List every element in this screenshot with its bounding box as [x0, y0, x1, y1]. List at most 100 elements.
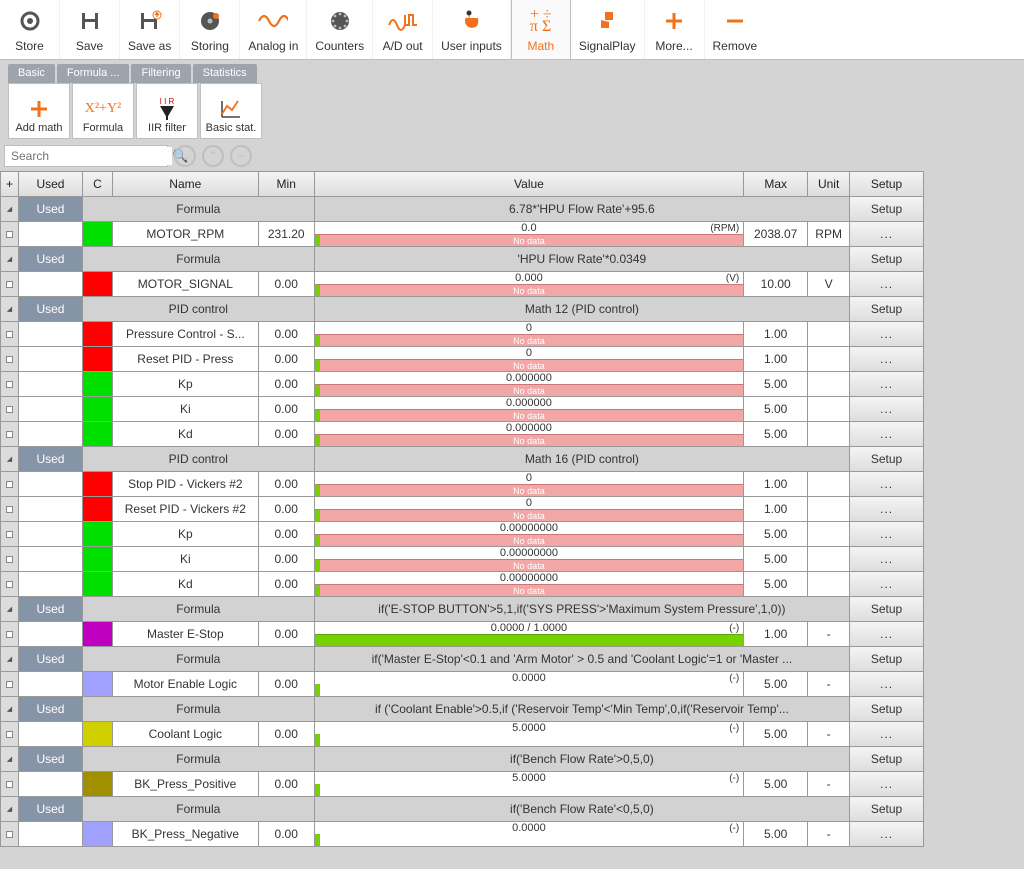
row-setup-button[interactable]: ...	[850, 672, 924, 697]
row-setup-button[interactable]: ...	[850, 272, 924, 297]
subbtn-basicstat[interactable]: Basic stat.	[200, 83, 262, 139]
group-used[interactable]: Used	[19, 247, 83, 272]
row-marker[interactable]	[1, 272, 19, 297]
channel-name[interactable]: Pressure Control - S...	[113, 322, 259, 347]
color-swatch[interactable]	[83, 422, 113, 447]
row-marker[interactable]	[1, 497, 19, 522]
group-used[interactable]: Used	[19, 447, 83, 472]
hdr-setup[interactable]: Setup	[850, 172, 924, 197]
row-setup-button[interactable]: ...	[850, 372, 924, 397]
color-swatch[interactable]	[83, 547, 113, 572]
color-swatch[interactable]	[83, 622, 113, 647]
row-marker[interactable]	[1, 572, 19, 597]
color-swatch[interactable]	[83, 472, 113, 497]
collapse-toggle[interactable]: ◢	[1, 747, 19, 772]
row-marker[interactable]	[1, 522, 19, 547]
row-setup-button[interactable]: ...	[850, 397, 924, 422]
color-swatch[interactable]	[83, 672, 113, 697]
row-used[interactable]	[19, 397, 83, 422]
collapse-toggle[interactable]: ◢	[1, 797, 19, 822]
ribbon-save[interactable]: Save	[60, 0, 120, 59]
group-used[interactable]: Used	[19, 197, 83, 222]
row-setup-button[interactable]: ...	[850, 497, 924, 522]
hdr-c[interactable]: C	[83, 172, 113, 197]
group-setup-button[interactable]: Setup	[850, 247, 924, 272]
group-used[interactable]: Used	[19, 297, 83, 322]
row-used[interactable]	[19, 497, 83, 522]
channel-name[interactable]: Motor Enable Logic	[113, 672, 259, 697]
group-setup-button[interactable]: Setup	[850, 747, 924, 772]
row-used[interactable]	[19, 672, 83, 697]
color-swatch[interactable]	[83, 522, 113, 547]
channel-name[interactable]: Kd	[113, 422, 259, 447]
ribbon-userinputs[interactable]: User inputs	[433, 0, 511, 59]
hdr-value[interactable]: Value	[315, 172, 745, 197]
color-swatch[interactable]	[83, 322, 113, 347]
group-setup-button[interactable]: Setup	[850, 197, 924, 222]
expand-up-button[interactable]: ⌃	[202, 145, 224, 167]
row-setup-button[interactable]: ...	[850, 547, 924, 572]
color-swatch[interactable]	[83, 272, 113, 297]
channel-name[interactable]: Kp	[113, 372, 259, 397]
row-marker[interactable]	[1, 772, 19, 797]
collapse-toggle[interactable]: ◢	[1, 297, 19, 322]
row-marker[interactable]	[1, 472, 19, 497]
row-used[interactable]	[19, 772, 83, 797]
ribbon-math[interactable]: + ÷π Σ Math	[511, 0, 571, 59]
row-marker[interactable]	[1, 372, 19, 397]
collapse-toggle[interactable]: ◢	[1, 697, 19, 722]
channel-name[interactable]: Master E-Stop	[113, 622, 259, 647]
ribbon-more[interactable]: More...	[645, 0, 705, 59]
group-setup-button[interactable]: Setup	[850, 697, 924, 722]
collapse-toggle[interactable]: ◢	[1, 197, 19, 222]
ribbon-signalplay[interactable]: SignalPlay	[571, 0, 645, 59]
subbtn-addmath[interactable]: Add math	[8, 83, 70, 139]
channel-name[interactable]: BK_Press_Positive	[113, 772, 259, 797]
ribbon-saveas[interactable]: Save as	[120, 0, 180, 59]
ribbon-remove[interactable]: Remove	[705, 0, 766, 59]
row-used[interactable]	[19, 622, 83, 647]
row-marker[interactable]	[1, 422, 19, 447]
group-used[interactable]: Used	[19, 597, 83, 622]
row-used[interactable]	[19, 522, 83, 547]
row-setup-button[interactable]: ...	[850, 322, 924, 347]
row-marker[interactable]	[1, 622, 19, 647]
subtab-3[interactable]: Statistics	[193, 64, 257, 83]
row-setup-button[interactable]: ...	[850, 772, 924, 797]
row-setup-button[interactable]: ...	[850, 347, 924, 372]
group-used[interactable]: Used	[19, 747, 83, 772]
channel-name[interactable]: MOTOR_RPM	[113, 222, 259, 247]
row-used[interactable]	[19, 372, 83, 397]
ribbon-counters[interactable]: Counters	[307, 0, 373, 59]
row-used[interactable]	[19, 822, 83, 847]
channel-name[interactable]: Ki	[113, 397, 259, 422]
subtab-1[interactable]: Formula ...	[57, 64, 130, 83]
row-marker[interactable]	[1, 722, 19, 747]
ribbon-storing[interactable]: Storing	[180, 0, 240, 59]
color-swatch[interactable]	[83, 372, 113, 397]
channel-name[interactable]: Coolant Logic	[113, 722, 259, 747]
subtab-0[interactable]: Basic	[8, 64, 55, 83]
remove-circle-button[interactable]: −	[230, 145, 252, 167]
row-used[interactable]	[19, 347, 83, 372]
row-marker[interactable]	[1, 222, 19, 247]
subbtn-formula[interactable]: X²+Y² Formula	[72, 83, 134, 139]
collapse-toggle[interactable]: ◢	[1, 647, 19, 672]
group-setup-button[interactable]: Setup	[850, 647, 924, 672]
color-swatch[interactable]	[83, 772, 113, 797]
channel-name[interactable]: Kd	[113, 572, 259, 597]
hdr-max[interactable]: Max	[744, 172, 808, 197]
channel-name[interactable]: Reset PID - Press	[113, 347, 259, 372]
row-setup-button[interactable]: ...	[850, 472, 924, 497]
search-box[interactable]: 🔍	[4, 145, 168, 167]
ribbon-adout[interactable]: A/D out	[373, 0, 433, 59]
hdr-used[interactable]: Used	[19, 172, 83, 197]
channel-name[interactable]: Ki	[113, 547, 259, 572]
collapse-toggle[interactable]: ◢	[1, 597, 19, 622]
row-marker[interactable]	[1, 822, 19, 847]
collapse-toggle[interactable]: ◢	[1, 247, 19, 272]
row-used[interactable]	[19, 322, 83, 347]
search-input[interactable]	[5, 147, 172, 165]
color-swatch[interactable]	[83, 347, 113, 372]
color-swatch[interactable]	[83, 222, 113, 247]
